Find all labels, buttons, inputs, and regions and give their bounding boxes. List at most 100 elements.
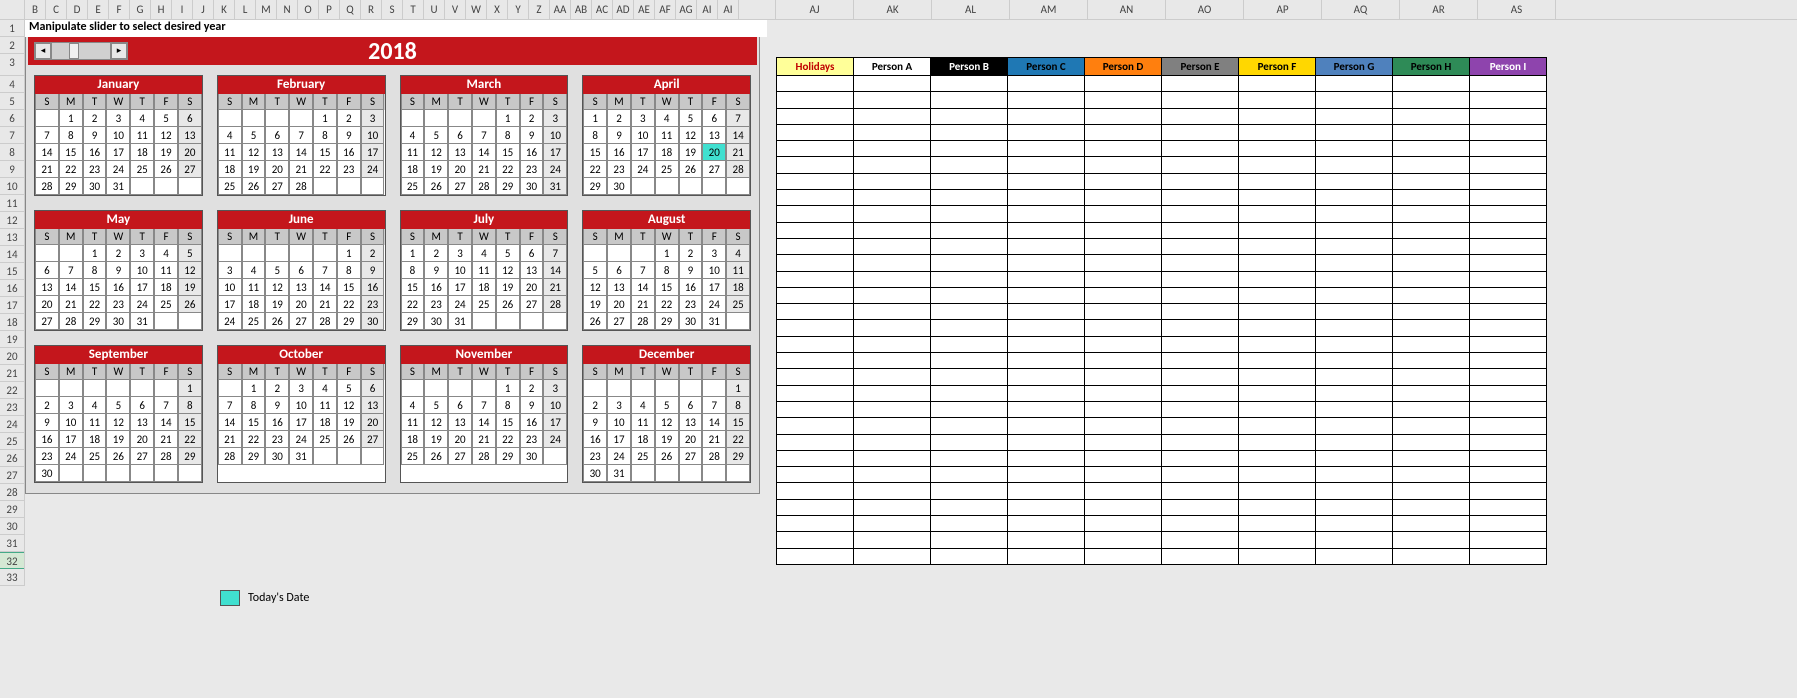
table-cell[interactable] [1084,401,1162,418]
table-cell[interactable] [1007,499,1085,516]
day-cell[interactable]: 18 [313,414,337,431]
row-header[interactable]: 25 [0,433,24,450]
table-cell[interactable] [1084,336,1162,353]
table-cell[interactable] [1161,303,1239,320]
day-cell[interactable]: 16 [424,279,448,296]
table-cell[interactable] [1007,466,1085,483]
table-cell[interactable] [930,91,1008,108]
column-header[interactable]: AQ [1322,0,1400,19]
table-cell[interactable] [1084,417,1162,434]
day-cell[interactable]: 9 [337,127,361,144]
day-cell[interactable]: 8 [242,397,266,414]
day-cell[interactable]: 22 [337,296,361,313]
table-cell[interactable] [1469,238,1547,255]
table-cell[interactable] [1238,336,1316,353]
person-header-cell[interactable]: Person C [1007,57,1085,76]
day-cell[interactable]: 19 [154,144,178,161]
column-header[interactable]: O [298,0,319,19]
day-cell[interactable]: 13 [265,144,289,161]
day-cell[interactable]: 14 [59,279,83,296]
table-cell[interactable] [1392,222,1470,239]
day-cell[interactable]: 3 [106,110,130,127]
table-cell[interactable] [930,303,1008,320]
table-cell[interactable] [930,222,1008,239]
table-cell[interactable] [853,401,931,418]
person-header-cell[interactable]: Person B [930,57,1008,76]
table-cell[interactable] [776,385,854,402]
day-cell[interactable]: 1 [496,380,520,397]
table-cell[interactable] [930,238,1008,255]
day-cell[interactable]: 24 [130,296,154,313]
table-cell[interactable] [853,531,931,548]
day-cell[interactable]: 7 [472,127,496,144]
day-cell[interactable]: 7 [726,110,750,127]
table-cell[interactable] [1469,124,1547,141]
table-cell[interactable] [1007,401,1085,418]
day-cell[interactable]: 3 [130,245,154,262]
day-cell[interactable]: 26 [265,313,289,330]
table-cell[interactable] [1007,385,1085,402]
day-cell[interactable]: 22 [313,161,337,178]
day-cell[interactable]: 10 [361,127,385,144]
day-cell[interactable]: 17 [59,431,83,448]
table-cell[interactable] [853,91,931,108]
table-cell[interactable] [776,515,854,532]
day-cell[interactable]: 2 [583,397,607,414]
table-cell[interactable] [776,319,854,336]
day-cell[interactable]: 1 [401,245,425,262]
day-cell[interactable]: 28 [631,313,655,330]
table-cell[interactable] [853,434,931,451]
day-cell[interactable]: 25 [130,161,154,178]
day-cell[interactable]: 5 [655,397,679,414]
day-cell[interactable]: 11 [401,144,425,161]
table-cell[interactable] [1315,222,1393,239]
day-cell[interactable]: 13 [702,127,726,144]
column-header[interactable]: AE [634,0,655,19]
table-cell[interactable] [776,140,854,157]
column-header[interactable]: E [88,0,109,19]
table-cell[interactable] [1392,303,1470,320]
day-cell[interactable]: 1 [83,245,107,262]
table-cell[interactable] [1392,189,1470,206]
day-cell[interactable]: 28 [154,448,178,465]
day-cell[interactable]: 23 [83,161,107,178]
day-cell[interactable]: 1 [178,380,202,397]
day-cell[interactable]: 27 [35,313,59,330]
table-cell[interactable] [1161,548,1239,565]
day-cell[interactable]: 25 [218,178,242,195]
day-cell[interactable]: 16 [83,144,107,161]
table-cell[interactable] [853,287,931,304]
table-cell[interactable] [930,124,1008,141]
day-cell[interactable]: 13 [361,397,385,414]
table-cell[interactable] [853,156,931,173]
table-cell[interactable] [1469,336,1547,353]
table-cell[interactable] [853,303,931,320]
table-cell[interactable] [930,368,1008,385]
day-cell[interactable]: 11 [313,397,337,414]
day-cell[interactable]: 13 [520,262,544,279]
table-cell[interactable] [1315,75,1393,92]
day-cell[interactable]: 29 [496,448,520,465]
table-cell[interactable] [1007,189,1085,206]
day-cell[interactable]: 10 [702,262,726,279]
table-cell[interactable] [1007,368,1085,385]
day-cell[interactable]: 30 [520,448,544,465]
person-header-cell[interactable]: Person D [1084,57,1162,76]
day-cell[interactable]: 2 [106,245,130,262]
table-cell[interactable] [1315,254,1393,271]
day-cell[interactable]: 19 [242,161,266,178]
table-cell[interactable] [930,254,1008,271]
day-cell[interactable]: 5 [242,127,266,144]
day-cell[interactable]: 13 [130,414,154,431]
table-cell[interactable] [1161,271,1239,288]
table-cell[interactable] [930,499,1008,516]
table-cell[interactable] [1469,222,1547,239]
day-cell[interactable]: 28 [726,161,750,178]
day-cell[interactable]: 19 [424,161,448,178]
day-cell[interactable]: 29 [337,313,361,330]
table-cell[interactable] [1315,515,1393,532]
day-cell[interactable]: 16 [35,431,59,448]
day-cell[interactable]: 6 [35,262,59,279]
table-cell[interactable] [1315,91,1393,108]
table-cell[interactable] [1469,434,1547,451]
